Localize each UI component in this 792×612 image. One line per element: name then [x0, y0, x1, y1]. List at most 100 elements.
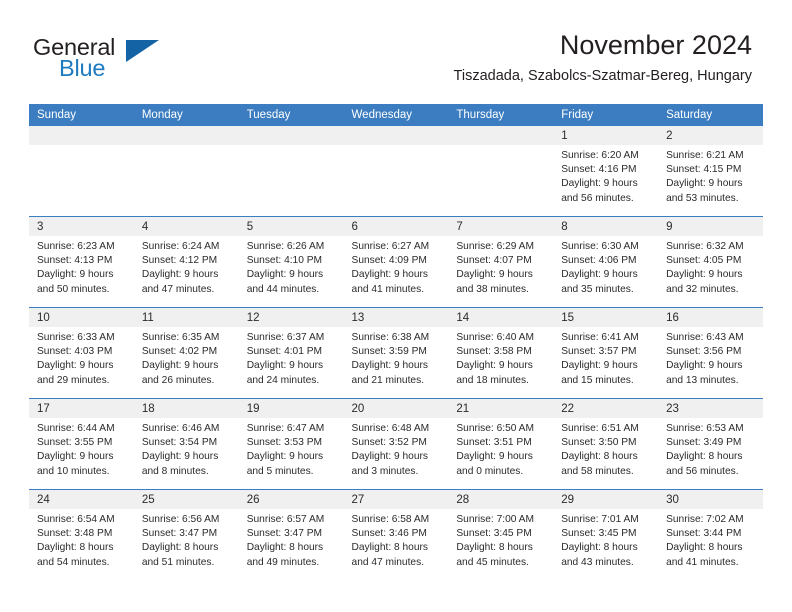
sunrise-text: Sunrise: 6:50 AM	[456, 423, 534, 434]
calendar-cell: 20 Sunrise: 6:48 AM Sunset: 3:52 PM Dayligh…	[343, 398, 449, 490]
day-cell[interactable]: 26 Sunrise: 6:57 AM Sunset: 3:47 PM Dayligh…	[238, 490, 344, 580]
day-cell[interactable]: 1 Sunrise: 6:20 AM Sunset: 4:16 PM Daylight…	[553, 126, 659, 216]
daylight-text: Daylight: 9 hours	[456, 269, 533, 281]
day-number: 29	[553, 490, 659, 509]
day-cell[interactable]: 2 Sunrise: 6:21 AM Sunset: 4:15 PM Daylight…	[658, 126, 763, 216]
day-cell[interactable]: 17 Sunrise: 6:44 AM Sunset: 3:55 PM Dayligh…	[29, 399, 134, 489]
sunset-text: Sunset: 3:51 PM	[456, 437, 532, 449]
daylight-text: Daylight: 8 hours	[561, 542, 638, 554]
sunrise-text: Sunrise: 6:21 AM	[666, 150, 744, 161]
sunrise-text: Sunrise: 6:51 AM	[561, 423, 639, 434]
weekday-header-wednesday: Wednesday	[343, 104, 449, 126]
day-cell[interactable]: 8 Sunrise: 6:30 AM Sunset: 4:06 PM Daylight…	[553, 217, 659, 307]
sunset-text: Sunset: 4:13 PM	[37, 255, 113, 267]
day-cell[interactable]: 7 Sunrise: 6:29 AM Sunset: 4:07 PM Daylight…	[448, 217, 554, 307]
sunset-text: Sunset: 3:48 PM	[37, 528, 113, 540]
day-cell[interactable]: 14 Sunrise: 6:40 AM Sunset: 3:58 PM Dayligh…	[448, 308, 554, 398]
day-cell[interactable]: 10 Sunrise: 6:33 AM Sunset: 4:03 PM Dayligh…	[29, 308, 134, 398]
day-details: Sunrise: 6:27 AM Sunset: 4:09 PM Daylight:…	[344, 236, 449, 297]
day-cell[interactable]: 3 Sunrise: 6:23 AM Sunset: 4:13 PM Daylight…	[29, 217, 134, 307]
day-number: 28	[448, 490, 554, 509]
sunrise-text: Sunrise: 6:27 AM	[351, 241, 430, 252]
calendar-weeks: 1 Sunrise: 6:20 AM Sunset: 4:16 PM Daylight…	[29, 126, 763, 580]
day-number: 22	[553, 399, 659, 418]
calendar-cell: 8 Sunrise: 6:30 AM Sunset: 4:06 PM Daylight…	[553, 216, 659, 308]
day-details: Sunrise: 6:38 AM Sunset: 3:59 PM Daylight:…	[344, 327, 449, 388]
sunrise-text: Sunrise: 6:44 AM	[37, 423, 115, 434]
day-cell[interactable]: 15 Sunrise: 6:41 AM Sunset: 3:57 PM Dayligh…	[553, 308, 659, 398]
day-cell[interactable]: 27 Sunrise: 6:58 AM Sunset: 3:46 PM Dayligh…	[343, 490, 449, 580]
day-details: Sunrise: 6:24 AM Sunset: 4:12 PM Daylight:…	[134, 236, 239, 297]
day-cell[interactable]: 24 Sunrise: 6:54 AM Sunset: 3:48 PM Dayligh…	[29, 490, 134, 580]
calendar-cell: 14 Sunrise: 6:40 AM Sunset: 3:58 PM Dayligh…	[448, 307, 554, 399]
day-number	[29, 126, 134, 145]
daylight-text: and 43 minutes.	[561, 556, 634, 568]
day-details: Sunrise: 6:37 AM Sunset: 4:01 PM Daylight:…	[239, 327, 344, 388]
daylight-text: Daylight: 8 hours	[666, 542, 743, 554]
day-cell[interactable]: 12 Sunrise: 6:37 AM Sunset: 4:01 PM Dayligh…	[238, 308, 344, 398]
day-number: 4	[133, 217, 239, 236]
daylight-text: and 18 minutes.	[456, 374, 529, 386]
sunrise-text: Sunrise: 6:54 AM	[37, 514, 115, 525]
daylight-text: Daylight: 9 hours	[141, 269, 219, 281]
sunrise-text: Sunrise: 6:32 AM	[666, 241, 744, 252]
day-cell[interactable]: 5 Sunrise: 6:26 AM Sunset: 4:10 PM Daylight…	[238, 217, 344, 307]
day-cell[interactable]: 18 Sunrise: 6:46 AM Sunset: 3:54 PM Dayligh…	[133, 399, 239, 489]
sunrise-text: Sunrise: 6:56 AM	[141, 514, 220, 525]
daylight-text: and 41 minutes.	[351, 283, 425, 295]
day-details: Sunrise: 7:00 AM Sunset: 3:45 PM Daylight:…	[448, 509, 553, 570]
calendar-cell: 19 Sunrise: 6:47 AM Sunset: 3:53 PM Dayligh…	[238, 398, 344, 490]
day-cell[interactable]: 30 Sunrise: 7:02 AM Sunset: 3:44 PM Dayligh…	[658, 490, 763, 580]
daylight-text: Daylight: 8 hours	[141, 542, 219, 554]
weekday-header-row: Sunday Monday Tuesday Wednesday Thursday Frid…	[29, 104, 763, 126]
day-cell[interactable]: 4 Sunrise: 6:24 AM Sunset: 4:12 PM Daylight…	[133, 217, 239, 307]
day-cell-empty	[133, 126, 239, 216]
day-number	[448, 126, 554, 145]
day-cell[interactable]: 21 Sunrise: 6:50 AM Sunset: 3:51 PM Dayligh…	[448, 399, 554, 489]
sunrise-text: Sunrise: 6:38 AM	[351, 332, 430, 343]
sunset-text: Sunset: 3:55 PM	[37, 437, 113, 449]
daylight-text: Daylight: 9 hours	[246, 269, 324, 281]
day-cell[interactable]: 28 Sunrise: 7:00 AM Sunset: 3:45 PM Dayligh…	[448, 490, 554, 580]
day-cell[interactable]: 29 Sunrise: 7:01 AM Sunset: 3:45 PM Dayligh…	[553, 490, 659, 580]
triangle-logo-mark-icon	[126, 40, 159, 62]
sunset-text: Sunset: 3:46 PM	[351, 528, 427, 540]
day-number: 20	[343, 399, 449, 418]
month-calendar-grid: Sunday Monday Tuesday Wednesday Thursday Frid…	[29, 104, 763, 580]
sunrise-text: Sunrise: 7:01 AM	[561, 514, 639, 525]
day-cell[interactable]: 13 Sunrise: 6:38 AM Sunset: 3:59 PM Dayligh…	[343, 308, 449, 398]
day-cell[interactable]: 23 Sunrise: 6:53 AM Sunset: 3:49 PM Dayligh…	[658, 399, 763, 489]
sunset-text: Sunset: 3:45 PM	[456, 528, 532, 540]
day-number: 17	[29, 399, 134, 418]
day-number: 10	[29, 308, 134, 327]
day-number: 7	[448, 217, 554, 236]
weekday-header-friday: Friday	[553, 104, 659, 126]
day-number: 14	[448, 308, 554, 327]
daylight-text: Daylight: 9 hours	[141, 360, 219, 372]
day-cell[interactable]: 25 Sunrise: 6:56 AM Sunset: 3:47 PM Dayligh…	[133, 490, 239, 580]
daylight-text: and 44 minutes.	[246, 283, 320, 295]
daylight-text: and 47 minutes.	[351, 556, 425, 568]
calendar-cell	[448, 126, 554, 217]
day-cell[interactable]: 9 Sunrise: 6:32 AM Sunset: 4:05 PM Daylight…	[658, 217, 763, 307]
daylight-text: Daylight: 9 hours	[561, 360, 638, 372]
day-number: 12	[238, 308, 344, 327]
sunrise-text: Sunrise: 6:26 AM	[246, 241, 325, 252]
daylight-text: Daylight: 9 hours	[561, 269, 638, 281]
day-cell[interactable]: 19 Sunrise: 6:47 AM Sunset: 3:53 PM Dayligh…	[238, 399, 344, 489]
daylight-text: Daylight: 9 hours	[37, 360, 114, 372]
calendar-cell: 5 Sunrise: 6:26 AM Sunset: 4:10 PM Daylight…	[238, 216, 344, 308]
daylight-text: Daylight: 9 hours	[246, 451, 324, 463]
day-details: Sunrise: 6:47 AM Sunset: 3:53 PM Daylight:…	[239, 418, 344, 479]
day-cell[interactable]: 6 Sunrise: 6:27 AM Sunset: 4:09 PM Daylight…	[343, 217, 449, 307]
calendar-cell: 9 Sunrise: 6:32 AM Sunset: 4:05 PM Daylight…	[658, 216, 763, 308]
day-cell[interactable]: 11 Sunrise: 6:35 AM Sunset: 4:02 PM Dayligh…	[133, 308, 239, 398]
day-cell[interactable]: 16 Sunrise: 6:43 AM Sunset: 3:56 PM Dayligh…	[658, 308, 763, 398]
calendar-cell: 25 Sunrise: 6:56 AM Sunset: 3:47 PM Dayligh…	[133, 489, 239, 580]
day-cell[interactable]: 22 Sunrise: 6:51 AM Sunset: 3:50 PM Dayligh…	[553, 399, 659, 489]
sunrise-text: Sunrise: 6:35 AM	[141, 332, 220, 343]
calendar-cell	[343, 126, 449, 217]
day-cell[interactable]: 20 Sunrise: 6:48 AM Sunset: 3:52 PM Dayligh…	[343, 399, 449, 489]
day-number: 11	[133, 308, 239, 327]
day-number: 16	[658, 308, 763, 327]
